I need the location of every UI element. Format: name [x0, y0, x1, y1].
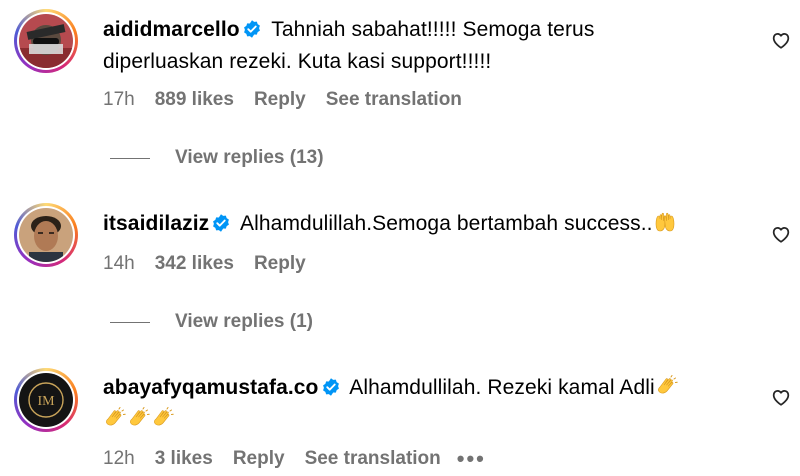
avatar: IM: [19, 373, 73, 427]
verified-badge-icon: [243, 20, 260, 38]
comment-meta: 12h 3 likes Reply See translation •••: [103, 448, 486, 470]
heart-outline-icon[interactable]: [770, 29, 792, 51]
avatar: [19, 14, 73, 68]
avatar-story-ring[interactable]: [14, 203, 78, 267]
likes-count[interactable]: 342 likes: [155, 253, 234, 275]
avatar-story-ring[interactable]: IM: [14, 368, 78, 432]
see-translation-button[interactable]: See translation: [305, 448, 441, 470]
comment-text: diperluaskan rezeki. Kuta kasi support!!…: [103, 50, 492, 73]
view-replies-label: View replies (1): [175, 311, 313, 332]
clapping-hands-emoji: [130, 407, 150, 426]
verified-badge-icon: [322, 378, 339, 396]
username[interactable]: itsaidilaziz: [103, 212, 209, 235]
avatar: [19, 208, 73, 262]
view-replies-label: View replies (13): [175, 147, 324, 168]
avatar-story-ring[interactable]: [14, 9, 78, 73]
comment-text: Alhamdulillah.Semoga bertambah success..: [240, 212, 653, 235]
comment-text: Alhamdullilah. Rezeki kamal Adli: [349, 376, 655, 399]
heart-outline-icon[interactable]: [770, 386, 792, 408]
reply-button[interactable]: Reply: [254, 253, 306, 275]
likes-count[interactable]: 889 likes: [155, 89, 234, 111]
divider-line: [110, 321, 150, 323]
comment-text: Tahniah sabahat!!!!! Semoga terus: [271, 18, 595, 41]
timestamp[interactable]: 14h: [103, 253, 135, 275]
heart-outline-icon[interactable]: [770, 223, 792, 245]
view-replies-button[interactable]: View replies (13): [110, 147, 324, 169]
raised-hands-emoji: [655, 212, 674, 232]
clapping-hands-emoji: [106, 407, 126, 426]
comment-meta: 17h 889 likes Reply See translation: [103, 89, 478, 111]
comment-meta: 14h 342 likes Reply: [103, 253, 326, 275]
username[interactable]: abayafyqamustafa.co: [103, 376, 319, 399]
divider-line: [110, 157, 150, 159]
timestamp[interactable]: 17h: [103, 89, 135, 111]
comment-content: abayafyqamustafa.co Alhamdullilah. Rezek…: [103, 372, 743, 436]
clapping-hands-emoji: [657, 375, 678, 394]
username[interactable]: aididmarcello: [103, 18, 240, 41]
clapping-hands-emoji: [154, 407, 174, 426]
reply-button[interactable]: Reply: [233, 448, 285, 470]
verified-badge-icon: [213, 214, 230, 232]
comment-content: aididmarcello Tahniah sabahat!!!!! Semog…: [103, 14, 743, 78]
view-replies-button[interactable]: View replies (1): [110, 311, 313, 333]
brand-monogram: IM: [37, 394, 55, 409]
likes-count[interactable]: 3 likes: [155, 448, 213, 470]
comments-list: aididmarcello Tahniah sabahat!!!!! Semog…: [0, 0, 800, 476]
reply-button[interactable]: Reply: [254, 89, 306, 111]
more-options-button[interactable]: •••: [457, 448, 486, 470]
see-translation-button[interactable]: See translation: [326, 89, 462, 111]
comment-content: itsaidilaziz Alhamdulillah.Semoga bertam…: [103, 208, 743, 240]
timestamp[interactable]: 12h: [103, 448, 135, 470]
